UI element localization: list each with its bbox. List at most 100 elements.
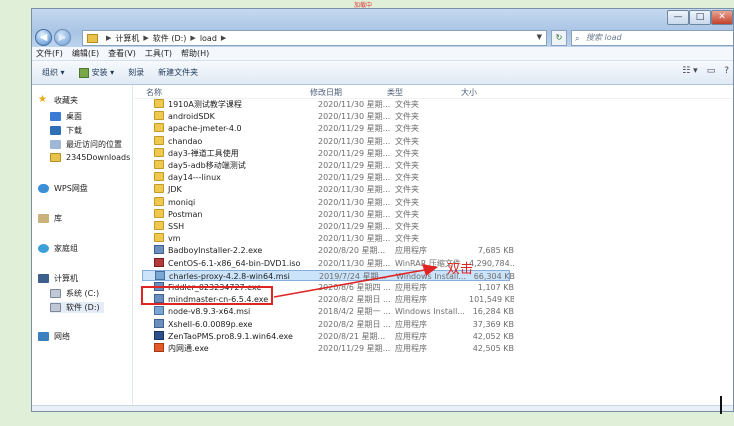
file-row[interactable]: vm 2020/11/30 星期... 文件夹 xyxy=(142,233,510,244)
menu-edit[interactable]: 编辑(E) xyxy=(72,48,99,59)
install-button[interactable]: 安装 ▾ xyxy=(78,67,114,78)
neitong-icon xyxy=(154,343,164,352)
address-bar[interactable]: ▶ 计算机 ▶ 软件 (D:) ▶ load ▶ ▼ xyxy=(82,30,547,46)
file-date: 2020/11/30 星期... xyxy=(318,136,390,146)
menu-help[interactable]: 帮助(H) xyxy=(181,48,209,59)
file-row[interactable]: apache-jmeter-4.0 2020/11/29 星期... 文件夹 xyxy=(142,123,510,134)
desktop-icon xyxy=(50,112,61,121)
file-row[interactable]: JDK 2020/11/30 星期... 文件夹 xyxy=(142,184,510,195)
menu-file[interactable]: 文件(F) xyxy=(36,48,63,59)
status-bar xyxy=(32,405,733,411)
file-date: 2020/11/29 星期... xyxy=(318,173,390,183)
nav-label: 计算机 xyxy=(54,274,78,283)
minimize-button[interactable]: — xyxy=(667,10,689,25)
file-row[interactable]: node-v8.9.3-x64.msi 2018/4/2 星期一 ... Windo… xyxy=(142,306,514,317)
file-name: JDK xyxy=(154,184,314,195)
file-row[interactable]: day3-禅道工具使用 2020/11/29 星期... 文件夹 xyxy=(142,147,510,159)
nav-label: 下载 xyxy=(66,126,82,135)
nav-homegroup[interactable]: 家庭组 xyxy=(38,243,78,254)
file-name: node-v8.9.3-x64.msi xyxy=(154,306,314,317)
file-size: 7,685 KB xyxy=(477,246,514,256)
refresh-icon[interactable]: ↻ xyxy=(551,30,567,46)
highlight-box xyxy=(141,286,273,305)
nav-wps[interactable]: WPS网盘 xyxy=(38,183,88,194)
nav-label: 系统 (C:) xyxy=(66,289,100,298)
text-cursor xyxy=(720,396,722,414)
file-row[interactable]: Postman 2020/11/30 星期... 文件夹 xyxy=(142,208,510,220)
nav-label: 最近访问的位置 xyxy=(66,140,122,149)
column-size[interactable]: 大小 xyxy=(461,87,506,98)
menu-view[interactable]: 查看(V) xyxy=(108,48,136,59)
file-row[interactable]: chandao 2020/11/30 星期... 文件夹 xyxy=(142,135,510,147)
breadcrumb-drive-d[interactable]: 软件 (D:) xyxy=(153,33,187,44)
file-row[interactable]: moniqi 2020/11/30 星期... 文件夹 xyxy=(142,196,510,208)
nav-drive-d[interactable]: 软件 (D:) xyxy=(50,302,104,313)
column-type[interactable]: 类型 xyxy=(387,87,461,98)
file-row[interactable]: SSH 2020/11/29 星期... 文件夹 xyxy=(142,221,510,232)
column-header: 名称 修改日期 类型 大小 xyxy=(134,85,733,99)
file-size: 101,549 KB xyxy=(469,295,514,305)
file-row[interactable]: 1910A测试教学课程 2020/11/30 星期... 文件夹 xyxy=(142,99,510,110)
breadcrumb-separator: ▶ xyxy=(106,34,112,42)
file-size: 42,052 KB xyxy=(472,331,514,341)
column-name[interactable]: 名称 xyxy=(146,87,306,98)
double-click-annotation: 双击 xyxy=(447,262,474,277)
file-type: 应用程序 xyxy=(395,246,427,256)
file-row[interactable]: day5-adb移动端测试 2020/11/29 星期... 文件夹 xyxy=(142,160,510,171)
file-date: 2020/11/29 星期... xyxy=(318,222,390,231)
file-row[interactable]: Xshell-6.0.0089p.exe 2020/8/2 星期日 ... 应用程序… xyxy=(142,318,514,330)
column-date[interactable]: 修改日期 xyxy=(310,87,382,98)
folder-icon xyxy=(154,208,164,218)
iso-icon xyxy=(154,257,164,267)
preview-pane-icon[interactable]: ▭ xyxy=(707,66,716,76)
file-name: Postman xyxy=(154,208,314,220)
search-input[interactable]: ⌕ 搜索 load xyxy=(571,30,733,46)
navigation-pane: ★ 收藏夹 桌面 下载 最近访问的位置 2345Downloads WPS网盘 库… xyxy=(32,85,133,411)
breadcrumb-load[interactable]: load xyxy=(200,34,217,43)
view-options-icon[interactable]: ☷ ▾ xyxy=(682,66,697,76)
file-row[interactable]: BadboyInstaller-2.2.exe 2020/8/20 星期... 应用… xyxy=(142,245,514,256)
forward-arrow-icon[interactable]: ▶ xyxy=(54,29,71,46)
file-date: 2018/4/2 星期一 ... xyxy=(318,307,390,317)
file-type: 文件夹 xyxy=(395,234,419,244)
nav-recent[interactable]: 最近访问的位置 xyxy=(50,139,122,150)
maximize-button[interactable]: □ xyxy=(689,10,711,25)
recent-places-icon xyxy=(50,140,61,149)
nav-favorites[interactable]: ★ 收藏夹 xyxy=(38,95,78,106)
exe-icon xyxy=(154,318,164,328)
file-list: 名称 修改日期 类型 大小 1910A测试教学课程 2020/11/30 星期..… xyxy=(134,85,733,411)
nav-2345downloads[interactable]: 2345Downloads xyxy=(50,153,130,162)
file-date: 2020/11/30 星期... xyxy=(318,234,390,244)
file-name-text: androidSDK xyxy=(168,112,215,122)
nav-desktop[interactable]: 桌面 xyxy=(50,111,82,122)
nav-label: 桌面 xyxy=(66,112,82,121)
nav-downloads[interactable]: 下载 xyxy=(50,125,82,136)
file-size: 37,369 KB xyxy=(472,319,514,329)
new-folder-button[interactable]: 新建文件夹 xyxy=(158,67,198,78)
file-row[interactable]: androidSDK 2020/11/30 星期... 文件夹 xyxy=(142,111,510,122)
nav-library[interactable]: 库 xyxy=(38,213,62,224)
back-arrow-icon[interactable]: ◀ xyxy=(35,29,52,46)
nav-computer[interactable]: 计算机 xyxy=(38,273,78,284)
nav-label: 家庭组 xyxy=(54,244,78,253)
folder-icon xyxy=(154,196,164,206)
nav-drive-c[interactable]: 系统 (C:) xyxy=(50,288,99,299)
file-size: 16,284 KB xyxy=(472,307,514,317)
chevron-down-icon[interactable]: ▼ xyxy=(537,33,542,41)
organize-button[interactable]: 组织 ▾ xyxy=(42,67,65,78)
close-button[interactable]: ✕ xyxy=(711,10,733,25)
file-row[interactable]: day14---linux 2020/11/29 星期... 文件夹 xyxy=(142,172,510,183)
file-row[interactable]: 内网通.exe 2020/11/29 星期... 应用程序 42,505 KB xyxy=(142,343,514,354)
file-name-text: day3-禅道工具使用 xyxy=(168,148,239,158)
menu-tools[interactable]: 工具(T) xyxy=(145,48,172,59)
help-icon[interactable]: ? xyxy=(724,66,729,76)
file-name: apache-jmeter-4.0 xyxy=(154,123,314,134)
nav-network[interactable]: 网络 xyxy=(38,331,70,342)
burn-button[interactable]: 刻录 xyxy=(128,67,144,78)
file-type: 文件夹 xyxy=(395,136,419,146)
file-name: chandao xyxy=(154,135,314,147)
file-name-text: day5-adb移动端测试 xyxy=(168,161,246,170)
nav-label: 2345Downloads xyxy=(66,153,131,162)
breadcrumb-computer[interactable]: 计算机 xyxy=(115,33,139,44)
file-row[interactable]: ZenTaoPMS.pro8.9.1.win64.exe 2020/8/21 星期… xyxy=(142,330,514,342)
